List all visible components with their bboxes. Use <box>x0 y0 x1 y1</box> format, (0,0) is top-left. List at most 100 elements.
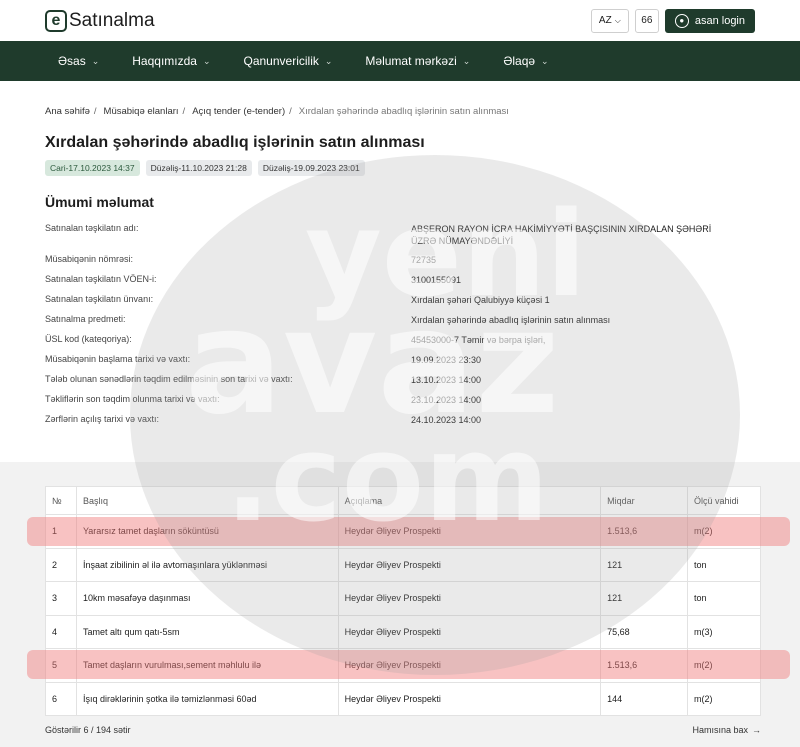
chevron-down-icon: ⌄ <box>91 55 100 66</box>
rows-shown-count: Göstərilir 6 / 194 sətir <box>45 725 131 735</box>
chevron-down-icon: ⌄ <box>541 55 549 66</box>
breadcrumb-item[interactable]: Müsabiqə elanları <box>104 106 179 117</box>
cell-description: Heydər Əliyev Prospekti <box>337 681 602 716</box>
chevron-down-icon: ⌵ <box>614 15 621 25</box>
info-row: Satınalan təşkilatın VÖEN-i: 3100155091 <box>45 271 755 291</box>
info-value: 13.10.2023 14:00 <box>411 375 482 385</box>
language-value: AZ <box>598 15 612 26</box>
info-row: Satınalan təşkilatın adı: ABŞERON RAYON İ… <box>45 220 755 251</box>
chevron-down-icon: ⌄ <box>324 55 333 66</box>
info-label: Müsabiqənin başlama tarixi və vaxtı: <box>45 354 191 364</box>
logo[interactable]: e Satınalma <box>45 9 155 32</box>
main-nav: Əsas ⌄ Haqqımızda ⌄ Qanunvericilik ⌄ Məluma… <box>0 41 800 81</box>
cell-unit: m(2) <box>687 681 761 716</box>
table-row[interactable]: 2 İnşaat zibilinin əl ilə avtomaşınlara … <box>45 547 761 582</box>
nav-label: Haqqımızda <box>132 54 197 68</box>
info-label: Tələb olunan sənədlərin təqdim edilməsin… <box>45 374 293 384</box>
cell-quantity: 121 <box>600 547 689 582</box>
column-header-quantity: Miqdar <box>600 486 689 515</box>
cell-unit: ton <box>687 547 761 582</box>
breadcrumb-item[interactable]: Ana səhifə <box>45 106 90 117</box>
info-row: Təkliflərin son təqdim olunma tarixi və … <box>45 391 755 411</box>
cell-number: 2 <box>45 547 77 582</box>
top-actions: AZ ⌵ 66 ● asan login <box>590 8 755 33</box>
info-value: 24.10.2023 14:00 <box>411 415 482 425</box>
column-header-unit: Ölçü vahidi <box>687 486 761 515</box>
see-all-label: Hamısına bax <box>692 725 748 735</box>
info-label: Satınalan təşkilatın ünvanı: <box>45 294 154 304</box>
info-label: Satınalan təşkilatın adı: <box>45 223 139 233</box>
nav-item-contact[interactable]: Əlaqə ⌄ <box>503 54 548 68</box>
status-badge-revision[interactable]: Düzəliş-19.09.2023 23:01 <box>257 160 365 176</box>
top-bar: e Satınalma AZ ⌵ 66 ● asan login <box>0 0 800 41</box>
status-badges: Cari-17.10.2023 14:37 Düzəliş-11.10.2023… <box>45 160 755 176</box>
main-content: Ana səhifə / Müsabiqə elanları / Açıq tend… <box>0 106 800 431</box>
status-badge-current[interactable]: Cari-17.10.2023 14:37 <box>45 160 140 176</box>
cell-title: İşıq dirəklərinin şotka ilə təmizlənməsi… <box>75 681 339 716</box>
cell-description: Heydər Əliyev Prospekti <box>337 614 602 649</box>
nav-item-legislation[interactable]: Qanunvericilik ⌄ <box>244 54 333 68</box>
info-value: 3100155091 <box>411 275 462 285</box>
row-highlight <box>27 517 790 546</box>
breadcrumb: Ana səhifə / Müsabiqə elanları / Açıq tend… <box>45 106 755 117</box>
column-header-number: № <box>45 486 77 515</box>
asan-login-button[interactable]: ● asan login <box>664 8 755 33</box>
table-footer: Göstərilir 6 / 194 sətir Hamısına bax → <box>45 725 761 735</box>
cell-quantity: 121 <box>600 581 689 616</box>
nav-label: Məlumat mərkəzi <box>365 54 457 68</box>
table-header-row: № Başlıq Açıqlama Miqdar Ölçü vahidi <box>45 486 761 515</box>
breadcrumb-separator: / <box>289 106 292 117</box>
nav-item-home[interactable]: Əsas ⌄ <box>58 54 99 68</box>
info-label: Satınalma predmeti: <box>45 314 126 324</box>
info-value: ABŞERON RAYON İCRA HAKİMİYYƏTİ BAŞÇISINI… <box>411 224 712 246</box>
info-label: Təkliflərin son təqdim olunma tarixi və … <box>45 394 220 404</box>
breadcrumb-current: Xırdalan şəhərində abadlıq işlərinin sat… <box>298 106 509 117</box>
cell-title: Tamet altı qum qatı-5sm <box>75 614 339 649</box>
cell-unit: ton <box>687 581 761 616</box>
cell-number: 4 <box>45 614 77 649</box>
cell-quantity: 75,68 <box>600 614 689 649</box>
table-row[interactable]: 3 10km məsafəyə daşınması Heydər Əliyev … <box>45 581 761 616</box>
accessibility-button[interactable]: 66 <box>634 8 659 33</box>
cell-title: 10km məsafəyə daşınması <box>75 581 339 616</box>
info-value: 72735 <box>411 255 437 265</box>
nav-label: Əsas <box>58 54 86 68</box>
breadcrumb-item[interactable]: Açıq tender (e-tender) <box>192 106 285 117</box>
section-title: Ümumi məlumat <box>45 194 154 210</box>
cell-description: Heydər Əliyev Prospekti <box>337 547 602 582</box>
info-value: Xırdalan şəhərində abadlıq işlərinin sat… <box>411 315 611 325</box>
general-info: Satınalan təşkilatın adı: ABŞERON RAYON İ… <box>45 220 755 431</box>
status-badge-revision[interactable]: Düzəliş-11.10.2023 21:28 <box>145 160 252 176</box>
info-row: Zərflərin açılış tarixi və vaxtı: 24.10.2… <box>45 411 755 431</box>
see-all-link[interactable]: Hamısına bax → <box>692 725 761 735</box>
info-row: Tələb olunan sənədlərin təqdim edilməsin… <box>45 371 755 391</box>
info-label: ÜSL kod (kateqoriya): <box>45 334 132 344</box>
cell-title: İnşaat zibilinin əl ilə avtomaşınlara yü… <box>75 547 339 582</box>
asan-icon: ● <box>674 13 689 28</box>
table-row[interactable]: 6 İşıq dirəklərinin şotka ilə təmizlənmə… <box>45 681 761 716</box>
info-row: Satınalma predmeti: Xırdalan şəhərində ab… <box>45 311 755 331</box>
nav-label: Qanunvericilik <box>243 54 319 68</box>
arrow-right-icon: → <box>752 725 761 735</box>
info-label: Satınalan təşkilatın VÖEN-i: <box>45 274 157 284</box>
info-value: Xırdalan şəhəri Qalubiyyə küçəsi 1 <box>411 295 550 305</box>
breadcrumb-separator: / <box>93 106 97 117</box>
table-row[interactable]: 4 Tamet altı qum qatı-5sm Heydər Əliyev … <box>45 614 761 649</box>
cell-quantity: 144 <box>600 681 689 716</box>
chevron-down-icon: ⌄ <box>202 55 211 66</box>
nav-item-about[interactable]: Haqqımızda ⌄ <box>132 54 210 68</box>
glasses-icon: 66 <box>641 15 653 26</box>
asan-login-label: asan login <box>694 14 745 27</box>
info-label: Zərflərin açılış tarixi və vaxtı: <box>45 414 160 424</box>
chevron-down-icon: ⌄ <box>462 55 471 66</box>
items-section: № Başlıq Açıqlama Miqdar Ölçü vahidi 1 Y… <box>0 462 800 747</box>
logo-mark: e <box>45 9 67 32</box>
nav-item-info-center[interactable]: Məlumat mərkəzi ⌄ <box>365 54 470 68</box>
breadcrumb-separator: / <box>182 106 186 117</box>
info-value: 19.09.2023 23:30 <box>411 355 482 365</box>
row-highlight <box>27 650 790 679</box>
logo-text: Satınalma <box>69 9 155 31</box>
cell-number: 3 <box>45 581 77 616</box>
language-select[interactable]: AZ ⌵ <box>590 8 629 33</box>
info-value: 23.10.2023 14:00 <box>411 395 482 405</box>
